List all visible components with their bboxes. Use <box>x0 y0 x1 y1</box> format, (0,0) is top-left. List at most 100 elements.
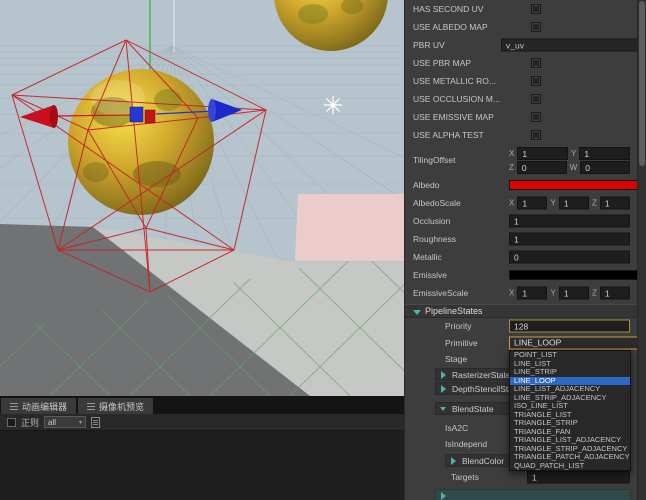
option-line-loop[interactable]: LINE_LOOP <box>510 376 630 385</box>
property-label: Stage <box>445 354 468 364</box>
axis-label-y: Y <box>571 149 577 158</box>
chevron-right-icon <box>441 385 446 393</box>
occlusion-input[interactable]: 1 <box>509 214 630 228</box>
property-row-metallic: Metallic 0 <box>405 248 638 266</box>
property-row-targets: Targets 1 <box>405 469 638 485</box>
emissive-scale-x-input[interactable]: 1 <box>517 286 548 300</box>
viewport-canvas <box>0 0 404 396</box>
property-label: Roughness <box>413 234 457 244</box>
option-iso-line-list[interactable]: ISO_LINE_LIST <box>510 402 630 411</box>
property-label: Targets <box>451 472 479 482</box>
filter-dropdown[interactable]: all ▾ <box>44 416 87 428</box>
property-row-occlusion: Occlusion 1 <box>405 212 638 230</box>
option-triangle-strip-adjacency[interactable]: TRIANGLE_STRIP_ADJACENCY <box>510 445 630 454</box>
property-label: USE EMISSIVE MAP <box>413 112 494 122</box>
priority-input[interactable]: 128 <box>509 319 630 333</box>
use-emissive-map-checkbox[interactable] <box>531 112 541 122</box>
use-albedo-map-checkbox[interactable] <box>531 22 541 32</box>
axis-label-w: W <box>569 163 578 172</box>
albedo-scale-z-input[interactable]: 1 <box>599 196 630 210</box>
chevron-down-icon <box>440 407 446 411</box>
emissive-scale-z-input[interactable]: 1 <box>599 286 630 300</box>
option-line-list[interactable]: LINE_LIST <box>510 360 630 369</box>
scrollbar-thumb[interactable] <box>639 1 645 166</box>
property-row-albedo-scale: AlbedoScale X 1 Y 1 Z 1 <box>405 194 638 212</box>
property-label: Emissive <box>413 270 448 280</box>
property-label: USE PBR MAP <box>413 58 472 68</box>
value: 1 <box>604 288 610 298</box>
roughness-input[interactable]: 1 <box>509 232 630 246</box>
albedo-color-swatch[interactable] <box>509 180 646 190</box>
value: 128 <box>514 321 529 331</box>
section-label: PipelineStates <box>425 306 483 316</box>
tiling-y-input[interactable]: 1 <box>579 147 630 160</box>
targets-input[interactable]: 1 <box>527 470 630 484</box>
document-icon[interactable] <box>91 416 101 428</box>
inspector-panel: HAS SECOND UV USE ALBEDO MAP PBR UV v_uv… <box>404 0 646 500</box>
has-second-uv-checkbox[interactable] <box>531 4 541 14</box>
option-line-list-adjacency[interactable]: LINE_LIST_ADJACENCY <box>510 385 630 394</box>
option-line-strip-adjacency[interactable]: LINE_STRIP_ADJACENCY <box>510 394 630 403</box>
tab-camera-preview[interactable]: 摄像机预览 <box>78 398 154 414</box>
emissive-color-swatch[interactable] <box>509 270 646 280</box>
property-row-primitive: Primitive LINE_LOOP ▾ <box>405 334 646 351</box>
section-collapsed-bar[interactable] <box>435 489 631 500</box>
albedo-scale-y-input[interactable]: 1 <box>558 196 589 210</box>
panel-menu-icon <box>10 402 18 410</box>
bottom-dock: 动画编辑器 摄像机预览 正则 all ▾ <box>0 396 404 500</box>
value: 0 <box>585 162 590 173</box>
value: 1 <box>532 472 537 482</box>
use-metallic-checkbox[interactable] <box>531 76 541 86</box>
option-triangle-list-adjacency[interactable]: TRIANGLE_LIST_ADJACENCY <box>510 436 630 445</box>
property-row-priority: Priority 128 <box>405 318 638 334</box>
pbr-uv-dropdown[interactable]: v_uv ▾ <box>501 38 646 52</box>
property-row-emissive-scale: EmissiveScale X 1 Y 1 Z 1 <box>405 284 638 302</box>
emissive-scale-y-input[interactable]: 1 <box>558 286 589 300</box>
tab-animation-editor[interactable]: 动画编辑器 <box>1 398 77 414</box>
axis-label-x: X <box>509 149 515 158</box>
option-line-strip[interactable]: LINE_STRIP <box>510 368 630 377</box>
property-label: USE METALLIC RO... <box>413 76 496 86</box>
value: 1 <box>522 288 528 298</box>
tiling-x-input[interactable]: 1 <box>517 147 568 160</box>
option-triangle-strip[interactable]: TRIANGLE_STRIP <box>510 419 630 428</box>
option-quad-patch-list[interactable]: QUAD_PATCH_LIST <box>510 462 630 471</box>
editor-root: 动画编辑器 摄像机预览 正则 all ▾ HAS SECOND UV USE A… <box>0 0 646 500</box>
property-row-use-occlusion: USE OCCLUSION M... <box>405 90 638 108</box>
option-triangle-list[interactable]: TRIANGLE_LIST <box>510 411 630 420</box>
value: 0 <box>514 252 519 262</box>
3d-viewport[interactable] <box>0 0 404 396</box>
panel-menu-icon <box>87 402 96 410</box>
option-triangle-patch-adjacency[interactable]: TRIANGLE_PATCH_ADJACENCY <box>510 453 630 462</box>
section-label: BlendState <box>452 403 494 414</box>
option-point-list[interactable]: POINT_LIST <box>510 351 630 360</box>
value: 1 <box>584 148 590 159</box>
use-pbr-map-checkbox[interactable] <box>531 58 541 68</box>
property-label: USE ALPHA TEST <box>413 130 484 140</box>
use-occlusion-checkbox[interactable] <box>531 94 541 104</box>
property-label: EmissiveScale <box>413 288 469 298</box>
light-gizmo[interactable] <box>324 96 342 114</box>
property-row-albedo: Albedo <box>405 176 646 194</box>
albedo-scale-x-input[interactable]: 1 <box>517 196 548 210</box>
tiling-w-input[interactable]: 0 <box>580 161 631 174</box>
option-triangle-fan[interactable]: TRIANGLE_FAN <box>510 428 630 437</box>
chevron-right-icon <box>441 492 446 500</box>
metallic-input[interactable]: 0 <box>509 250 630 264</box>
regex-checkbox[interactable] <box>7 417 16 427</box>
inspector-scrollbar[interactable] <box>637 0 646 500</box>
section-pipeline-states[interactable]: PipelineStates <box>405 304 638 318</box>
regex-label: 正则 <box>21 417 40 428</box>
value: 1 <box>522 148 528 159</box>
tiling-z-input[interactable]: 0 <box>516 161 567 174</box>
section-label: BlendColor <box>462 455 505 466</box>
axis-label-z: Z <box>591 288 597 298</box>
use-alpha-test-checkbox[interactable] <box>531 130 541 140</box>
property-label: AlbedoScale <box>413 198 461 208</box>
primitive-dropdown[interactable]: LINE_LOOP ▾ <box>509 336 646 349</box>
property-row-tiling-offset: TilingOffset X 1 Y 1 Z 0 W 0 <box>405 144 638 176</box>
chevron-right-icon <box>451 457 456 465</box>
value: 1 <box>522 198 528 208</box>
property-label: Occlusion <box>413 216 451 226</box>
property-label: Metallic <box>413 252 442 262</box>
